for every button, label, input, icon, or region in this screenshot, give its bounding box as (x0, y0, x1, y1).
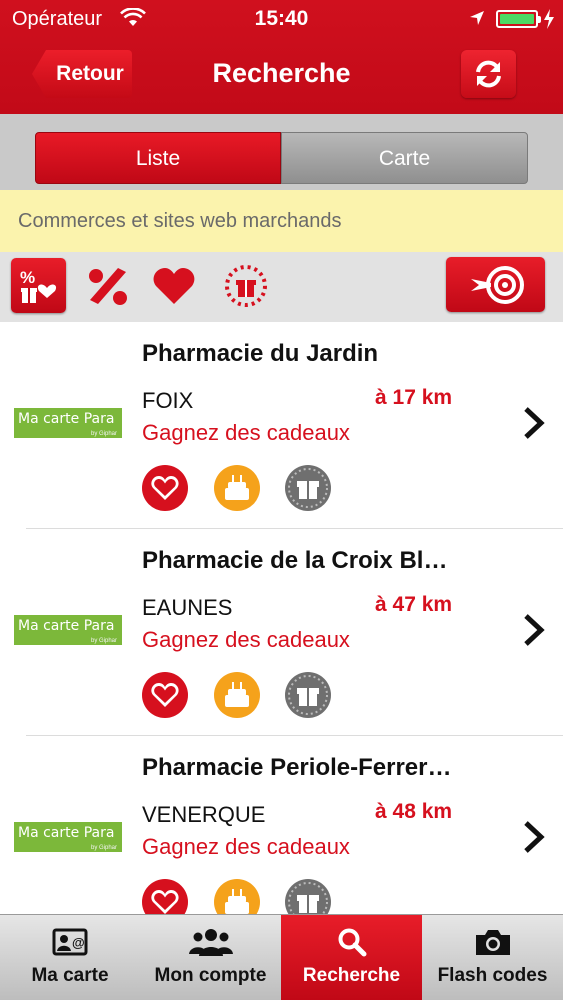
merchant-logo: Ma carte Para by Giphar (14, 408, 122, 438)
back-button[interactable]: Retour (32, 50, 132, 98)
discount-filter-icon[interactable] (84, 262, 132, 310)
merchant-city: FOIX (142, 388, 194, 413)
tab-mon-compte[interactable]: Mon compte (140, 915, 281, 1000)
refresh-icon (476, 60, 501, 88)
list-item[interactable]: Ma carte Para by Giphar Pharmacie de la … (0, 529, 563, 736)
search-icon (338, 928, 366, 957)
tab-recherche[interactable]: Recherche (281, 915, 422, 1000)
tab-label: Recherche (302, 965, 401, 986)
battery-icon (496, 10, 541, 28)
merchant-name: Pharmacie du Jardin (142, 340, 379, 367)
merchant-city: VENERQUE (142, 802, 266, 827)
merchant-logo: Ma carte Para by Giphar (14, 615, 122, 645)
tab-ma-carte[interactable]: @ Ma carte (0, 915, 140, 1000)
merchant-city: EAUNES (142, 595, 233, 620)
filter-all-button[interactable]: % (11, 258, 66, 313)
gift-badge-icon (285, 879, 331, 914)
users-icon (188, 929, 233, 956)
tab-flash-codes[interactable]: Flash codes (422, 915, 563, 1000)
charging-icon (544, 9, 554, 29)
merchant-distance: à 47 km (375, 593, 453, 616)
filter-bar: % (0, 252, 563, 322)
list-item[interactable]: Ma carte Para by Giphar Pharmacie Periol… (0, 736, 563, 914)
chevron-right-icon (524, 407, 545, 439)
svg-text:@: @ (72, 935, 85, 950)
id-card-icon: @ (52, 928, 88, 956)
merchant-distance: à 17 km (375, 386, 453, 409)
target-icon (471, 266, 524, 304)
status-bar: Opérateur 15:40 (0, 0, 563, 40)
tab-label: Mon compte (154, 965, 267, 986)
header: Opérateur 15:40 Retour Recherche (0, 0, 563, 114)
merchant-logo: Ma carte Para by Giphar (14, 822, 122, 852)
category-banner: Commerces et sites web marchands (0, 190, 563, 252)
location-arrow-icon (470, 11, 484, 25)
chevron-right-icon (524, 614, 545, 646)
loyalty-heart-badge-icon (142, 672, 188, 718)
view-switcher: Liste Carte (0, 114, 563, 190)
loyalty-heart-badge-icon (142, 465, 188, 511)
list-item[interactable]: Ma carte Para by Giphar Pharmacie du Jar… (0, 322, 563, 529)
category-banner-text: Commerces et sites web marchands (18, 210, 342, 232)
loyalty-heart-badge-icon (142, 879, 188, 914)
gift-badge-icon (285, 672, 331, 718)
back-button-label: Retour (56, 62, 124, 85)
svg-text:%: % (20, 268, 35, 287)
segment-map[interactable]: Carte (281, 132, 528, 184)
birthday-cake-badge-icon (214, 672, 260, 718)
nearby-target-button[interactable] (446, 257, 545, 312)
camera-icon (475, 930, 510, 955)
birthday-cake-badge-icon (214, 879, 260, 914)
promo-text: Gagnez des cadeaux (142, 420, 350, 445)
tab-label: Ma carte (31, 965, 109, 986)
page-title: Recherche (212, 58, 351, 88)
merchant-name: Pharmacie Periole-Ferrer… (142, 754, 452, 781)
merchant-distance: à 48 km (375, 800, 453, 823)
refresh-button[interactable] (461, 50, 516, 98)
favorites-filter-icon[interactable] (150, 262, 198, 310)
all-offers-icon: % (20, 268, 57, 303)
promo-text: Gagnez des cadeaux (142, 627, 350, 652)
gift-badge-icon (285, 465, 331, 511)
tab-label: Flash codes (437, 965, 548, 986)
results-list: Ma carte Para by Giphar Pharmacie du Jar… (0, 322, 563, 914)
tab-bar: @ Ma carte Mon compte Recherche Flash co… (0, 914, 563, 1000)
segment-list[interactable]: Liste (35, 132, 281, 184)
promo-text: Gagnez des cadeaux (142, 834, 350, 859)
birthday-cake-badge-icon (214, 465, 260, 511)
gift-countdown-filter-icon[interactable] (222, 262, 270, 310)
merchant-name: Pharmacie de la Croix Bl… (142, 547, 448, 574)
chevron-right-icon (524, 821, 545, 853)
